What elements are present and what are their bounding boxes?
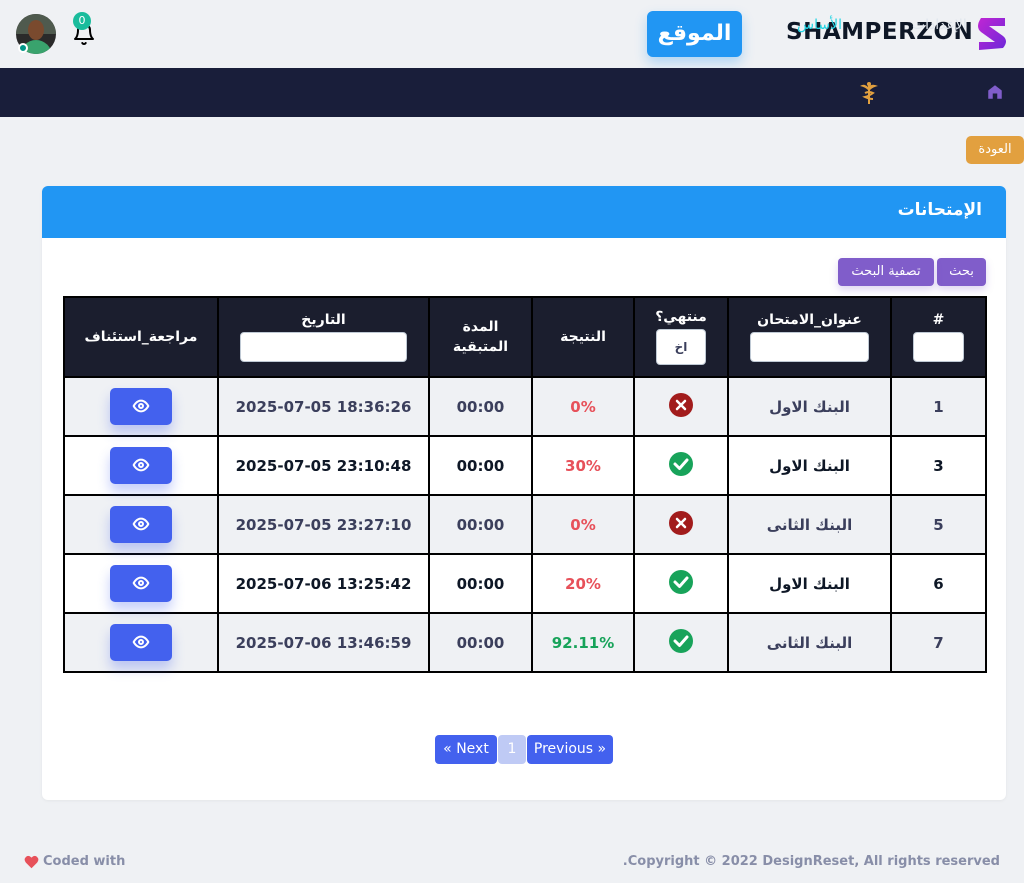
- cell-title: البنك الثانى: [727, 494, 892, 555]
- table-row: 2025-07-06 13:25:42 00:00 20% البنك الاول 6: [63, 553, 987, 614]
- cell-result: 20%: [531, 553, 635, 614]
- date-filter-input[interactable]: [240, 332, 407, 362]
- card-header: الإمتحانات: [42, 186, 1006, 238]
- cell-remaining: 00:00: [428, 435, 533, 496]
- eye-icon: [132, 517, 150, 531]
- pagination-next[interactable]: « Next: [435, 735, 497, 764]
- table-row: 2025-07-05 23:10:48 00:00 30% البنك الاول 3: [63, 435, 987, 496]
- eye-icon: [132, 458, 150, 472]
- check-circle-icon: [669, 451, 693, 476]
- cell-remaining: 00:00: [428, 612, 533, 673]
- cell-date: 2025-07-05 18:36:26: [217, 376, 430, 437]
- cell-num: 1: [890, 376, 987, 437]
- cell-review: [63, 553, 219, 614]
- view-button[interactable]: [110, 565, 172, 602]
- pagination-page-1[interactable]: 1: [498, 735, 526, 764]
- cell-title: البنك الاول: [727, 376, 892, 437]
- view-button[interactable]: [110, 624, 172, 661]
- column-header-num: #: [890, 296, 987, 378]
- cell-review: [63, 494, 219, 555]
- cell-result: 0%: [531, 376, 635, 437]
- site-button[interactable]: الموقع: [647, 11, 742, 57]
- x-circle-icon: [669, 392, 693, 417]
- x-circle-icon: [669, 510, 693, 535]
- cell-num: 3: [890, 435, 987, 496]
- finished-filter-select[interactable]: اخ: [656, 329, 706, 365]
- table-row: 2025-07-05 18:36:26 00:00 0% البنك الاول 1: [63, 376, 987, 437]
- heart-icon: [24, 855, 39, 868]
- cell-title: البنك الاول: [727, 553, 892, 614]
- nav-item-base[interactable]: الأساس: [797, 0, 842, 49]
- exams-card: الإمتحانات بحث تصفية البحث مراجعة_استئنا…: [42, 186, 1006, 800]
- cell-num: 7: [890, 612, 987, 673]
- cell-title: البنك الاول: [727, 435, 892, 496]
- cell-review: [63, 376, 219, 437]
- cell-date: 2025-07-06 13:25:42: [217, 553, 430, 614]
- cell-num: 6: [890, 553, 987, 614]
- search-button[interactable]: بحث: [937, 258, 986, 286]
- eye-icon: [132, 635, 150, 649]
- table-row: 2025-07-05 23:27:10 00:00 0% البنك الثانى 5: [63, 494, 987, 555]
- cell-finished: [633, 612, 729, 673]
- card-title: الإمتحانات: [897, 200, 982, 220]
- column-header-title: عنوان_الامتحان: [727, 296, 892, 378]
- cell-review: [63, 612, 219, 673]
- footer-copyright: Copyright © 2022 DesignReset, All rights…: [622, 854, 1000, 869]
- footer-coded-with: Coded with: [43, 854, 126, 869]
- column-header-remaining: المدة المتبقية: [428, 296, 533, 378]
- home-icon: [988, 85, 1002, 99]
- title-filter-input[interactable]: [750, 332, 869, 362]
- cell-result: 0%: [531, 494, 635, 555]
- cell-remaining: 00:00: [428, 494, 533, 555]
- exams-table: مراجعة_استئناف التاريخ المدة المتبقية ال…: [63, 296, 987, 673]
- cell-date: 2025-07-05 23:10:48: [217, 435, 430, 496]
- nav-item-settings[interactable]: الإعدادات: [912, 0, 967, 49]
- check-circle-icon: [669, 628, 693, 653]
- view-button[interactable]: [110, 388, 172, 425]
- cell-date: 2025-07-06 13:46:59: [217, 612, 430, 673]
- cell-result: 30%: [531, 435, 635, 496]
- cell-num: 5: [890, 494, 987, 555]
- cell-remaining: 00:00: [428, 376, 533, 437]
- view-button[interactable]: [110, 447, 172, 484]
- num-filter-input[interactable]: [913, 332, 964, 362]
- cell-finished: [633, 553, 729, 614]
- back-button[interactable]: العودة: [966, 136, 1024, 164]
- cell-review: [63, 435, 219, 496]
- view-button[interactable]: [110, 506, 172, 543]
- brand-logo-icon: [978, 18, 1006, 50]
- cell-date: 2025-07-05 23:27:10: [217, 494, 430, 555]
- cell-finished: [633, 376, 729, 437]
- column-header-review: مراجعة_استئناف: [63, 296, 219, 378]
- eye-icon: [132, 399, 150, 413]
- column-header-date: التاريخ: [217, 296, 430, 378]
- cell-title: البنك الثانى: [727, 612, 892, 673]
- column-header-finished: منتهي؟ اخ: [633, 296, 729, 378]
- cell-result: 92.11%: [531, 612, 635, 673]
- filter-button[interactable]: تصفية البحث: [838, 258, 934, 286]
- table-row: 2025-07-06 13:46:59 00:00 92.11% البنك الثا…: [63, 612, 987, 673]
- check-circle-icon: [669, 569, 693, 594]
- cell-finished: [633, 435, 729, 496]
- top-header: 0 الموقع SHAMPERZON: [0, 0, 1024, 68]
- cell-remaining: 00:00: [428, 553, 533, 614]
- footer-credit: Coded with: [24, 854, 125, 869]
- pagination-previous[interactable]: Previous »: [527, 735, 613, 764]
- column-header-result: النتيجة: [531, 296, 635, 378]
- eye-icon: [132, 576, 150, 590]
- notification-count-badge: 0: [73, 12, 91, 30]
- cell-finished: [633, 494, 729, 555]
- caduceus-icon: [860, 82, 878, 104]
- online-status-dot: [18, 43, 28, 53]
